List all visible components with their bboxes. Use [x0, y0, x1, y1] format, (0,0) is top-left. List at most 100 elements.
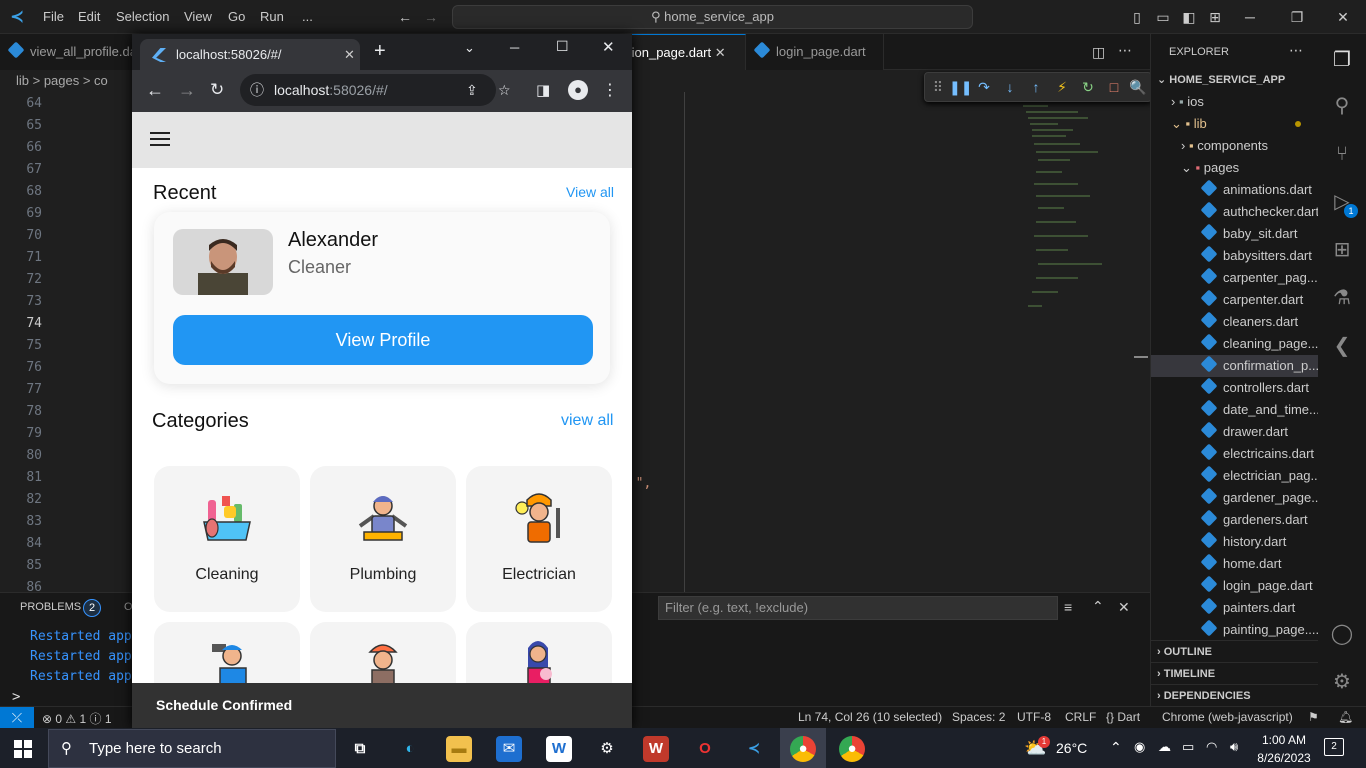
filter-options-icon[interactable]: ≡ — [1064, 599, 1072, 615]
task-view-icon[interactable]: ⧉ — [347, 736, 373, 762]
settings-gear-icon[interactable]: ⚙ — [594, 736, 620, 762]
toggle-secondary-sidebar-icon[interactable]: ◧ — [1179, 7, 1199, 27]
show-hidden-icons-chevron-icon[interactable]: ⌃ — [1110, 739, 1122, 756]
categories-view-all-link[interactable]: view all — [561, 412, 613, 430]
section-timeline[interactable]: › TIMELINE — [1151, 662, 1319, 684]
explorer-file-item[interactable]: confirmation_p... — [1151, 355, 1319, 377]
feedback-icon[interactable]: ⚑ — [1308, 710, 1319, 724]
clock-time[interactable]: 1:00 AM — [1258, 733, 1310, 747]
close-panel-icon[interactable]: ✕ — [1118, 599, 1130, 616]
explorer-file-item[interactable]: home.dart — [1151, 553, 1319, 575]
menu-run[interactable]: Run — [260, 9, 284, 24]
share-icon[interactable]: ⇪ — [466, 74, 478, 106]
explorer-file-item[interactable]: controllers.dart — [1151, 377, 1319, 399]
account-icon[interactable]: ◯ — [1330, 622, 1354, 646]
chrome-maximize-icon[interactable]: ☐ — [556, 38, 569, 55]
scrollbar-slider[interactable] — [1134, 356, 1148, 358]
wifi-icon[interactable]: ◠ — [1206, 739, 1217, 755]
taskbar-search-input[interactable]: ⚲ Type here to search — [48, 729, 336, 768]
chrome-close-icon[interactable]: ✕ — [602, 38, 615, 56]
recent-view-all-link[interactable]: View all — [566, 184, 614, 200]
back-arrow-icon[interactable]: ← — [146, 80, 164, 101]
line-ending[interactable]: CRLF — [1065, 710, 1096, 724]
category-card-row2-2[interactable] — [310, 622, 456, 685]
explorer-file-item[interactable]: drawer.dart — [1151, 421, 1319, 443]
volume-icon[interactable]: 🔊︎ — [1230, 739, 1238, 755]
clock-date[interactable]: 8/26/2023 — [1252, 751, 1316, 765]
explorer-file-item[interactable]: history.dart — [1151, 531, 1319, 553]
notification-center-icon[interactable]: 2 — [1324, 738, 1344, 756]
forward-arrow-icon[interactable]: → — [178, 80, 196, 101]
testing-icon[interactable]: ⚗ — [1330, 286, 1354, 310]
indentation[interactable]: Spaces: 2 — [952, 710, 1005, 724]
customize-layout-icon[interactable]: ⊞ — [1205, 7, 1225, 27]
workspace-root[interactable]: ⌄ HOME_SERVICE_APP — [1151, 69, 1319, 91]
target-device[interactable]: Chrome (web-javascript) — [1162, 710, 1293, 724]
folder-components[interactable]: › ▪ components — [1151, 135, 1319, 157]
explorer-more-icon[interactable]: ⋯ — [1289, 42, 1303, 59]
remote-icon[interactable]: ⤫ — [0, 707, 34, 729]
onedrive-icon[interactable]: ☁ — [1158, 739, 1171, 755]
tab-search-chevron-icon[interactable]: ⌄ — [464, 40, 475, 56]
chrome-minimize-icon[interactable]: ─ — [510, 40, 519, 55]
pause-icon[interactable]: ❚❚ — [949, 78, 972, 96]
chrome-tab[interactable]: localhost:58026/#/ ✕ — [140, 39, 360, 70]
explorer-file-item[interactable]: electricains.dart — [1151, 443, 1319, 465]
source-control-icon[interactable]: ⑂ — [1330, 142, 1354, 166]
folder-ios[interactable]: › ▪ ios — [1151, 91, 1319, 113]
toggle-panel-icon[interactable]: ▭ — [1153, 7, 1173, 27]
chrome-taskbar-icon-2[interactable]: ● — [839, 736, 865, 762]
file-explorer-icon[interactable]: ▬ — [446, 736, 472, 762]
menu-more[interactable]: ... — [302, 9, 313, 24]
tab-confirmation-page[interactable]: tion_page.dart ✕ — [618, 34, 746, 70]
explorer-file-item[interactable]: painting_page.... — [1151, 619, 1319, 641]
category-card-row2-3[interactable] — [466, 622, 612, 685]
files-icon[interactable]: ❐ — [1330, 48, 1354, 72]
step-over-icon[interactable]: ↷ — [975, 78, 993, 96]
back-arrow-icon[interactable]: ← — [395, 7, 415, 27]
notifications-bell-icon[interactable]: 🔔︎ — [1338, 710, 1353, 724]
explorer-file-item[interactable]: babysitters.dart — [1151, 245, 1319, 267]
step-into-icon[interactable]: ↓ — [1001, 78, 1019, 96]
flutter-icon[interactable]: ❮ — [1330, 334, 1354, 358]
extensions-icon[interactable]: ⊞ — [1330, 238, 1354, 262]
menu-selection[interactable]: Selection — [116, 9, 169, 24]
encoding[interactable]: UTF-8 — [1017, 710, 1051, 724]
category-card-cleaning[interactable]: Cleaning — [154, 466, 300, 612]
panel-filter-input[interactable]: Filter (e.g. text, !exclude) — [658, 596, 1058, 620]
menu-file[interactable]: File — [43, 9, 64, 24]
explorer-file-item[interactable]: animations.dart — [1151, 179, 1319, 201]
problems-status[interactable]: ⊗ 0 ⚠ 1 ⓘ 1 — [42, 710, 112, 727]
meet-now-icon[interactable]: ◉ — [1134, 739, 1145, 755]
close-window-icon[interactable]: ✕ — [1333, 7, 1353, 27]
section-dependencies[interactable]: › DEPENDENCIES — [1151, 684, 1319, 706]
language-mode[interactable]: {} Dart — [1106, 710, 1140, 724]
explorer-file-item[interactable]: electrician_pag... — [1151, 465, 1319, 487]
menu-edit[interactable]: Edit — [78, 9, 100, 24]
command-center-search[interactable]: ⚲ home_service_app — [452, 5, 973, 29]
hamburger-menu-icon[interactable] — [150, 132, 170, 146]
view-profile-button[interactable]: View Profile — [173, 315, 593, 365]
hot-reload-icon[interactable]: ⚡ — [1053, 78, 1071, 96]
restart-icon[interactable]: ↻ — [1079, 78, 1097, 96]
wps-office-icon[interactable]: W — [643, 736, 669, 762]
minimize-icon[interactable]: ─ — [1240, 7, 1260, 27]
forward-arrow-icon[interactable]: → — [421, 7, 441, 27]
explorer-file-item[interactable]: cleaners.dart — [1151, 311, 1319, 333]
chrome-menu-icon[interactable]: ⋮ — [602, 80, 618, 100]
explorer-file-item[interactable]: gardeners.dart — [1151, 509, 1319, 531]
explorer-file-item[interactable]: carpenter.dart — [1151, 289, 1319, 311]
breadcrumb[interactable]: lib > pages > co — [0, 70, 140, 92]
problems-tab[interactable]: PROBLEMS — [20, 601, 81, 613]
step-out-icon[interactable]: ↑ — [1027, 78, 1045, 96]
explorer-file-item[interactable]: carpenter_pag... — [1151, 267, 1319, 289]
address-bar[interactable]: ⓘ localhost:58026/#/ ⇪ ☆ — [240, 74, 511, 106]
explorer-file-item[interactable]: login_page.dart — [1151, 575, 1319, 597]
profile-avatar-icon[interactable]: ● — [568, 80, 588, 100]
mail-icon[interactable]: ✉ — [496, 736, 522, 762]
cursor-position[interactable]: Ln 74, Col 26 (10 selected) — [798, 710, 942, 724]
terminal-prompt[interactable]: > — [12, 689, 20, 705]
windows-start-icon[interactable] — [14, 740, 32, 758]
split-editor-icon[interactable]: ◫ — [1092, 44, 1105, 61]
settings-gear-icon[interactable]: ⚙ — [1330, 670, 1354, 694]
